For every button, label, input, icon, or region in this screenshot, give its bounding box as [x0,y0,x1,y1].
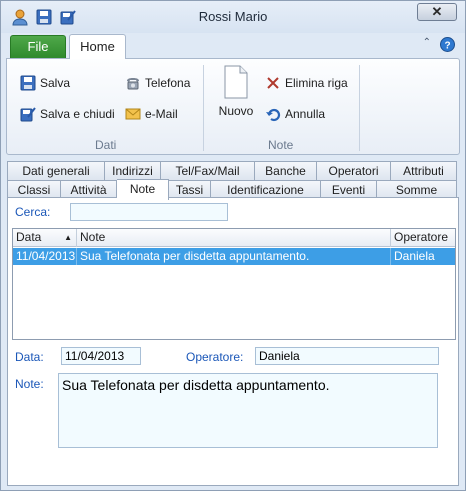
undo-icon [266,108,281,122]
elimina-riga-button[interactable]: Elimina riga [265,75,348,91]
table-row[interactable]: 11/04/2013 Sua Telefonata per disdetta a… [13,248,455,265]
operatore-label: Operatore: [186,350,244,364]
ribbon-minimize-icon[interactable]: ⌃ [423,37,431,48]
column-header-note[interactable]: Note [77,229,391,247]
email-label: e-Mail [145,107,178,121]
column-header-operatore[interactable]: Operatore [391,229,455,247]
mail-icon [125,108,141,120]
cell-data: 11/04/2013 [13,248,77,265]
tab-banche[interactable]: Banche [255,161,317,180]
tab-file[interactable]: File [10,35,66,58]
note-label: Note: [15,377,44,391]
note-panel: Cerca: Data ▲ Note Operatore 11/04/2013 … [7,197,459,486]
column-header-data[interactable]: Data ▲ [13,229,77,247]
close-icon: ✕ [431,4,443,19]
phone-icon [127,78,139,90]
help-icon[interactable]: ? [440,37,455,52]
window-title: Rossi Mario [198,9,268,24]
data-label: Data: [15,350,44,364]
tab-note[interactable]: Note [117,179,169,200]
tab-attributi[interactable]: Attributi [391,161,457,180]
ribbon-tabs: File Home ⌃ ? [1,33,465,59]
delete-icon [267,77,279,89]
email-button[interactable]: e-Mail [125,106,178,122]
title-bar: Rossi Mario ✕ [1,1,465,33]
search-input[interactable] [70,203,228,221]
tab-operatori[interactable]: Operatori [317,161,391,180]
salva-chiudi-button[interactable]: Salva e chiudi [20,106,115,122]
column-header-label: Data [16,230,42,244]
cell-operatore: Daniela [394,249,435,263]
salva-label: Salva [40,76,71,90]
tab-row-1: Dati generali Indirizzi Tel/Fax/Mail Ban… [7,161,457,180]
new-document-icon [224,65,248,99]
content-area: Dati generali Indirizzi Tel/Fax/Mail Ban… [6,159,460,486]
ribbon: Salva Salva e chiudi Telefona e-Mail Dat… [6,58,460,155]
sort-ascending-icon: ▲ [64,233,72,242]
app-window: Rossi Mario ✕ File Home ⌃ ? Salva Salva … [0,0,466,491]
notes-grid: Data ▲ Note Operatore 11/04/2013 Sua Tel… [12,228,456,340]
operatore-field[interactable]: Daniela [255,347,439,365]
annulla-button[interactable]: Annulla [265,106,325,122]
telefona-button[interactable]: Telefona [125,75,190,91]
annulla-label: Annulla [285,107,326,121]
group-separator [203,65,204,151]
data-field[interactable]: 11/04/2013 [61,347,141,365]
close-button[interactable]: ✕ [417,3,457,21]
telefona-label: Telefona [145,76,191,90]
save-close-icon [20,107,36,122]
elimina-riga-label: Elimina riga [285,76,348,90]
nuovo-label: Nuovo [218,104,254,118]
tab-home[interactable]: Home [69,34,126,59]
group-separator [359,65,360,151]
search-label: Cerca: [15,205,51,219]
group-label-dati: Dati [95,138,117,152]
svg-text:?: ? [444,41,450,52]
tab-dati-generali[interactable]: Dati generali [7,161,105,180]
grid-header: Data ▲ Note Operatore [13,229,455,247]
cell-note: Sua Telefonata per disdetta appuntamento… [77,248,391,265]
tab-indirizzi[interactable]: Indirizzi [105,161,161,180]
note-textarea[interactable]: Sua Telefonata per disdetta appuntamento… [58,373,438,448]
salva-chiudi-label: Salva e chiudi [40,107,115,121]
nuovo-button[interactable]: Nuovo [216,65,256,118]
group-label-note: Note [268,138,294,152]
salva-button[interactable]: Salva [20,75,70,91]
tab-tel-fax-mail[interactable]: Tel/Fax/Mail [161,161,255,180]
save-icon [20,75,36,91]
